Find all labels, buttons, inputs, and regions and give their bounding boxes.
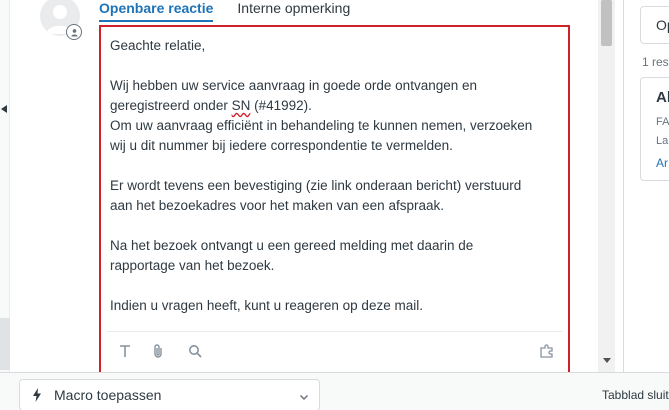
editor-line: Om uw aanvraag efficiënt in behandeling … [110, 118, 533, 133]
card-link[interactable]: Ar [656, 156, 668, 170]
editor-body[interactable]: Geachte relatie, Wij hebben uw service aa… [110, 36, 560, 316]
apply-macro-dropdown[interactable]: Macro toepassen [19, 379, 320, 410]
reply-editor[interactable]: Geachte relatie, Wij hebben uw service aa… [99, 25, 570, 385]
apps-puzzle-icon[interactable] [537, 341, 557, 361]
card-line-1: FA [656, 116, 669, 128]
spellcheck-word[interactable]: SN [232, 98, 251, 113]
editor-line: geregistreerd onder SN (#41992). [110, 98, 312, 113]
result-count: 1 res [642, 55, 669, 69]
editor-line: Na het bezoek ontvangt u een gereed meld… [110, 238, 474, 253]
editor-line: rapportage van het bezoek. [110, 258, 275, 273]
editor-line: Wij hebben uw service aanvraag in goede … [110, 78, 477, 93]
macro-label: Macro toepassen [54, 387, 162, 403]
collapse-arrow-icon[interactable] [1, 105, 7, 113]
text-format-icon[interactable] [115, 341, 135, 361]
editor-line: Geachte relatie, [110, 38, 206, 53]
editor-toolbar [115, 341, 555, 363]
editor-blank-line [110, 156, 560, 176]
tab-public-reply[interactable]: Openbare reactie [99, 0, 214, 22]
editor-line: Er wordt tevens een bevestiging (zie lin… [110, 178, 522, 193]
lightning-icon [32, 388, 44, 402]
tab-internal-note[interactable]: Interne opmerking [237, 0, 350, 22]
editor-line: wij u dit nummer bij iedere corresponden… [110, 138, 453, 153]
editor-blank-line [110, 56, 560, 76]
editor-divider [107, 331, 562, 332]
attachment-icon[interactable] [148, 341, 168, 361]
scroll-thumb[interactable] [601, 0, 612, 46]
footer-bar: Macro toepassen Tabblad sluit [0, 372, 669, 410]
card-line-2: La [656, 135, 669, 147]
editor-line: Indien u vragen heeft, kunt u reageren o… [110, 298, 423, 313]
search-icon[interactable] [185, 341, 205, 361]
main-scrollbar[interactable] [598, 0, 615, 372]
avatar [40, 0, 82, 40]
user-badge-icon [66, 24, 82, 40]
reply-type-tabs: Openbare reactie Interne opmerking [99, 0, 374, 22]
editor-blank-line [110, 276, 560, 296]
close-tab-option[interactable]: Tabblad sluit [602, 388, 669, 402]
panel-divider [623, 0, 624, 372]
scroll-down-arrow-icon[interactable] [603, 358, 611, 363]
left-gutter [0, 0, 10, 372]
left-scroll-thumb[interactable] [0, 318, 10, 370]
right-panel-button[interactable]: Op [640, 6, 669, 44]
editor-line: aan het bezoekadres voor het maken van e… [110, 198, 444, 213]
card-title: Al [656, 89, 669, 106]
result-card[interactable]: Al FA La Ar [640, 77, 669, 181]
chevron-down-icon [299, 389, 309, 407]
editor-blank-line [110, 216, 560, 236]
